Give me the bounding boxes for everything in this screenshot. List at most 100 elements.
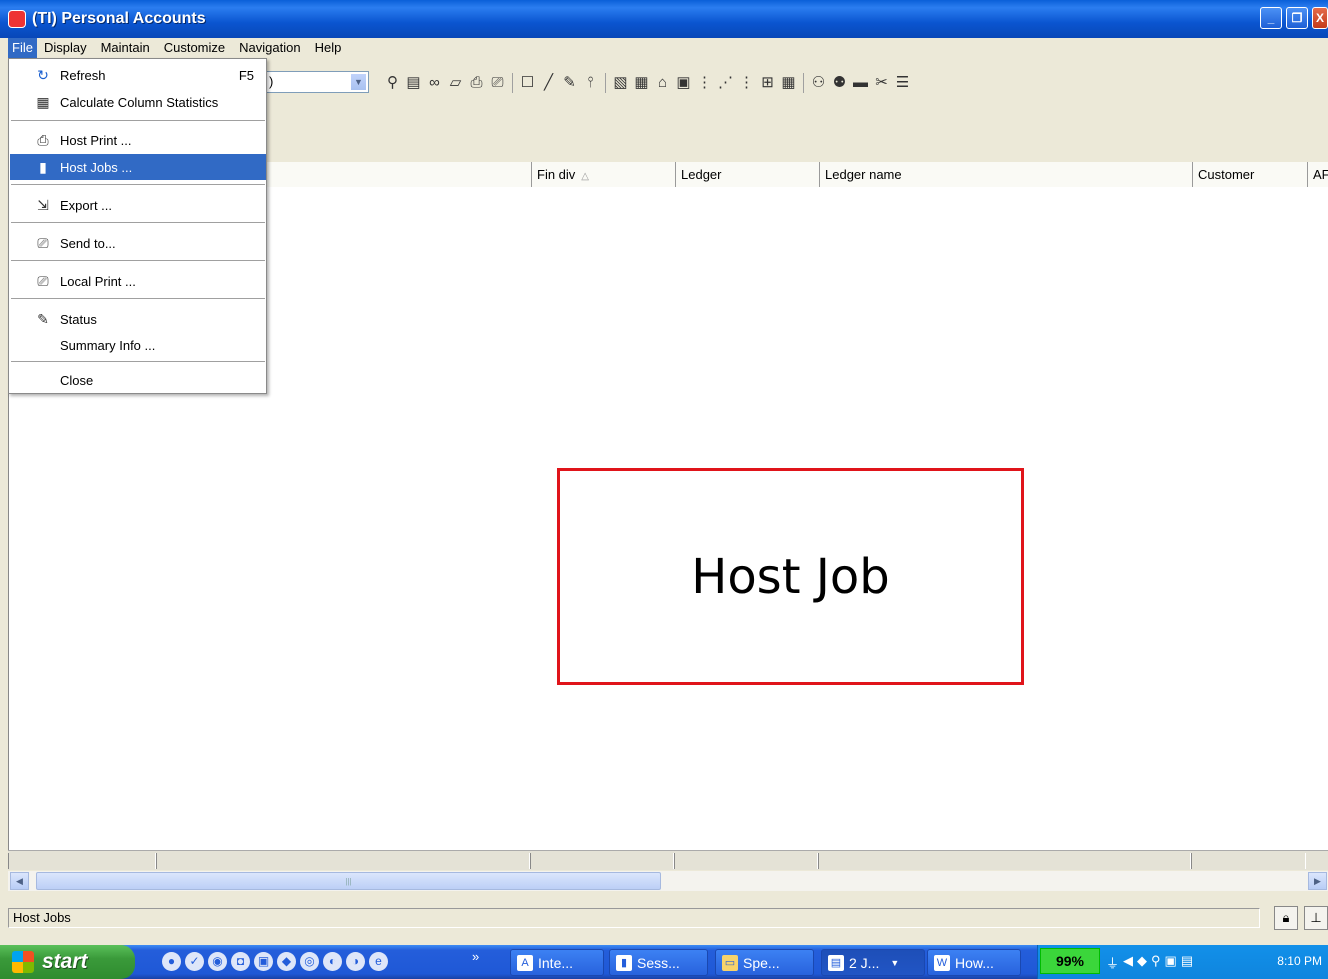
quick-launch-icon[interactable]: ✓ [185, 952, 204, 971]
menu-item-label: Local Print ... [60, 273, 136, 289]
menu-item-local-print[interactable]: ⎚ Local Print ... [10, 268, 266, 294]
host-jobs-icon: ▮ [39, 158, 47, 175]
menu-item-refresh[interactable]: ↻ Refresh F5 [10, 62, 266, 88]
chevron-down-icon[interactable]: ▼ [350, 73, 367, 91]
taskbar-button-session[interactable]: ▮ Sess... [609, 949, 708, 976]
printer-icon[interactable]: ⎚ [487, 72, 508, 93]
column-header-customer[interactable]: Customer [1192, 162, 1307, 187]
scroll-left-icon[interactable]: ◀ [10, 872, 29, 890]
taskbar-button-word[interactable]: W How... [927, 949, 1021, 976]
quick-launch: ● ✓ ◉ ◘ ▣ ◆ ◎ ◐ ◑ e [162, 952, 388, 971]
quick-launch-icon[interactable]: ◆ [277, 952, 296, 971]
chart-icon[interactable]: ▧ [610, 72, 631, 93]
modify-icon[interactable]: ✎ [559, 72, 580, 93]
group-icon[interactable]: ⚉ [829, 72, 850, 93]
taskbar-button-label: Inte... [538, 954, 574, 971]
close-button[interactable]: X [1312, 7, 1328, 29]
grid-icon[interactable]: ⊞ [757, 72, 778, 93]
tool-icon[interactable]: ⫯ [580, 72, 601, 93]
new-icon[interactable]: ☐ [517, 72, 538, 93]
tree-icon-3[interactable]: ⋮ [736, 72, 757, 93]
note-icon[interactable]: ▱ [445, 72, 466, 93]
menu-item-send-to[interactable]: ⎚ Send to... [10, 230, 266, 256]
send-to-icon: ⎚ [37, 234, 49, 251]
restore-button[interactable]: ❐ [1286, 7, 1308, 29]
app-icon[interactable] [8, 10, 26, 28]
find-icon[interactable]: ⚲ [382, 72, 403, 93]
print-preview-icon[interactable]: ⎙ [466, 72, 487, 93]
menu-customize[interactable]: Customize [157, 38, 232, 58]
users-icon[interactable]: ⚇ [808, 72, 829, 93]
menu-display[interactable]: Display [37, 38, 94, 58]
horizontal-scrollbar[interactable]: ◀ ||| ▶ [8, 871, 1328, 891]
column-header-af[interactable]: AF [1307, 162, 1328, 187]
quick-launch-icon[interactable]: ◐ [323, 952, 342, 971]
quick-launch-icon[interactable]: ● [162, 952, 181, 971]
card-icon[interactable]: ▣ [673, 72, 694, 93]
menu-file[interactable]: File [8, 38, 37, 58]
browser-icon[interactable]: e [369, 952, 388, 971]
view-icon[interactable]: ∞ [424, 72, 445, 93]
quick-launch-icon[interactable]: ◉ [208, 952, 227, 971]
status-indicator-icon[interactable]: ⊥ [1304, 906, 1328, 930]
search-icon[interactable]: ⚲ [1151, 953, 1161, 972]
menu-help[interactable]: Help [308, 38, 349, 58]
chevron-left-icon[interactable]: ◀ [1123, 953, 1133, 972]
scroll-right-icon[interactable]: ▶ [1308, 872, 1327, 890]
quick-launch-icon[interactable]: ▣ [254, 952, 273, 971]
list-icon[interactable]: ☰ [892, 72, 913, 93]
start-button[interactable]: start [0, 945, 135, 979]
sort-ascending-icon: △ [581, 171, 589, 182]
status-bar: Host Jobs 🔒︎ ⊥ [0, 898, 1328, 938]
quick-launch-icon[interactable]: ◑ [346, 952, 365, 971]
quick-launch-icon[interactable]: ◘ [231, 952, 250, 971]
battery-indicator[interactable]: 99% [1040, 948, 1100, 974]
annotation-callout: Host Job [557, 468, 1024, 685]
tree-icon-2[interactable]: ⋰ [715, 72, 736, 93]
menu-navigation[interactable]: Navigation [232, 38, 307, 58]
tree-icon-1[interactable]: ⋮ [694, 72, 715, 93]
menu-item-label: Close [60, 372, 94, 388]
column-header-fin-div[interactable]: Fin div △ [531, 162, 675, 187]
minimize-button[interactable]: _ [1260, 7, 1282, 29]
status-icon: ✎ [37, 310, 49, 327]
menu-item-close[interactable]: Close [10, 367, 266, 393]
card-reader-icon[interactable]: ▬ [850, 72, 871, 93]
scroll-thumb[interactable]: ||| [36, 872, 661, 890]
menu-item-summary-info[interactable]: Summary Info ... [10, 332, 266, 358]
menu-item-host-print[interactable]: ⎙ Host Print ... [10, 127, 266, 153]
taskbar-button-folder[interactable]: ▭ Spe... [715, 949, 814, 976]
taskbar-button-internet[interactable]: A Inte... [510, 949, 604, 976]
calculator-icon[interactable]: ▦ [631, 72, 652, 93]
chevron-right-icon[interactable]: » [472, 949, 479, 964]
start-label: start [42, 950, 88, 973]
bank-icon[interactable]: ⌂ [652, 72, 673, 93]
menu-item-host-jobs[interactable]: ▮ Host Jobs ... [10, 154, 266, 180]
view-combo[interactable]: ) ▼ [265, 71, 369, 93]
menu-item-label: Calculate Column Statistics [60, 94, 219, 110]
column-header-ledger[interactable]: Ledger [675, 162, 819, 187]
filter-icon[interactable]: ▤ [403, 72, 424, 93]
menu-item-calculate-column-statistics[interactable]: ▦ Calculate Column Statistics [10, 89, 266, 115]
footer-cell [8, 853, 156, 869]
tray-icon[interactable]: ◆ [1137, 953, 1147, 972]
menu-separator [11, 120, 265, 121]
quick-launch-icon[interactable]: ◎ [300, 952, 319, 971]
menu-maintain[interactable]: Maintain [94, 38, 157, 58]
menu-item-status[interactable]: ✎ Status [10, 306, 266, 332]
lock-icon[interactable]: 🔒︎ [1274, 906, 1298, 930]
toolbar-separator [512, 73, 513, 93]
tools-icon[interactable]: ✂ [871, 72, 892, 93]
power-plug-icon[interactable]: ⏚ [1106, 953, 1119, 972]
table-icon[interactable]: ▦ [778, 72, 799, 93]
clock[interactable]: 8:10 PM [1277, 954, 1322, 968]
edit-icon[interactable]: ╱ [538, 72, 559, 93]
menu-separator [11, 260, 265, 261]
menu-item-shortcut: F5 [238, 67, 254, 83]
taskbar-button-group[interactable]: ▤ 2 J... ▼ [821, 949, 925, 976]
session-icon: ▮ [616, 954, 632, 971]
column-header-ledger-name[interactable]: Ledger name [819, 162, 1192, 187]
display-icon[interactable]: ▤ [1181, 953, 1193, 972]
network-icon[interactable]: ▣ [1165, 953, 1177, 972]
menu-item-export[interactable]: ⇲ Export ... [10, 192, 266, 218]
